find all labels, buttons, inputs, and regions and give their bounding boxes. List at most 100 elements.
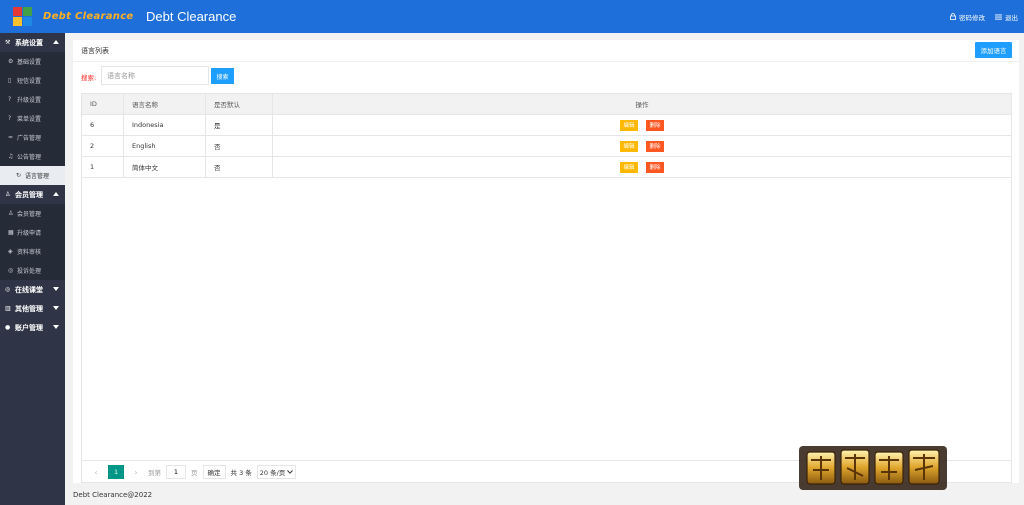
sidebar-item-label: 语言管理 [25,173,50,180]
chevron-down-icon [53,306,59,310]
sidebar: ⚒ 系统设置 ⚙ 基础设置 ▯ 短信设置 ? 升级设置 ? 菜单设置 ≈ 广告管理 ♫ 公告… [0,33,65,505]
change-password-label: 密码修改 [959,13,985,22]
column-header-name: 语言名称 [124,94,206,114]
sidebar-item-menu-settings[interactable]: ? 菜单设置 [0,109,65,128]
sidebar-item-label: 短信设置 [17,78,42,85]
sidebar-item-label: 升级设置 [17,97,42,104]
total-count: 共 3 条 [230,469,252,477]
cell-default: 是 [206,115,273,135]
target-icon: ◎ [5,286,11,293]
edit-button[interactable]: 编辑 [620,119,638,131]
prev-page-icon[interactable]: ‹ [89,465,103,479]
table-row: 2 English 否 编辑 删除 [82,136,1011,157]
delete-button[interactable]: 删除 [646,161,664,173]
page-size-select[interactable]: 20 条/页 [256,465,297,479]
page-unit-label: 页 [191,469,198,477]
shield-icon: ◈ [8,248,13,255]
cell-actions: 编辑 删除 [273,115,1011,135]
cell-id: 1 [82,157,124,177]
sidebar-group-system[interactable]: ⚒ 系统设置 [0,33,65,52]
chevron-up-icon [53,40,59,44]
logo-text: Debt Clearance [43,11,134,22]
help-circle-icon: ? [8,115,12,122]
sidebar-group-other-management[interactable]: ▥ 其他管理 [0,299,65,318]
page-number-current[interactable]: 1 [108,465,124,479]
cell-name: 简体中文 [124,157,206,177]
help-circle-icon: ? [8,96,12,103]
gear-icon: ⚙ [8,58,14,65]
next-page-icon[interactable]: › [129,465,143,479]
goto-label: 到第 [148,469,161,477]
cell-name: Indonesia [124,115,206,135]
goto-confirm-button[interactable]: 确定 [202,465,226,479]
column-header-actions: 操作 [635,101,649,109]
sidebar-item-label: 公告管理 [17,154,42,161]
sidebar-item-label: 菜单设置 [17,116,42,123]
sidebar-item-complaints[interactable]: ◎ 投诉处理 [0,261,65,280]
language-list-panel: 语言列表 添加语言 搜索: 搜索 ID 语言名称 是否默认 操作 6 Indon… [73,40,1019,483]
sidebar-item-ad-management[interactable]: ≈ 广告管理 [0,128,65,147]
circle-icon: ◎ [8,267,14,274]
sidebar-group-label: 其他管理 [15,304,43,313]
panel-title: 语言列表 [81,47,109,55]
table-row: 6 Indonesia 是 编辑 删除 [82,115,1011,136]
table-row: 1 简体中文 否 编辑 删除 [82,157,1011,178]
column-header-default: 是否默认 [206,94,273,114]
page-size-value: 20 条/页 [259,469,286,477]
change-password-link[interactable]: 密码修改 [950,12,985,22]
search-input[interactable] [101,66,209,85]
app-title: Debt Clearance [146,9,237,24]
logout-label: 退出 [1005,13,1018,22]
edit-button[interactable]: 编辑 [620,140,638,152]
cell-id: 2 [82,136,124,156]
delete-button[interactable]: 删除 [646,140,664,152]
goto-page-input[interactable] [166,465,186,479]
divider [73,61,1019,62]
delete-button[interactable]: 删除 [646,119,664,131]
sidebar-item-upgrade-requests[interactable]: ▦ 升级申请 [0,223,65,242]
cell-default: 否 [206,157,273,177]
sidebar-group-online-classroom[interactable]: ◎ 在线课堂 [0,280,65,299]
grid-icon: ▥ [5,305,11,312]
top-header: Debt Clearance Debt Clearance 密码修改 退出 [0,0,1024,33]
search-label: 搜索: [81,74,97,82]
sidebar-item-label: 基础设置 [17,59,42,66]
logout-link[interactable]: 退出 [995,12,1018,22]
phone-icon: ▯ [8,77,12,84]
dot-icon: ● [5,324,11,331]
sidebar-item-label: 投诉处理 [17,268,42,275]
search-button[interactable]: 搜索 [211,68,234,84]
chevron-down-icon [287,470,294,474]
refresh-icon: ↻ [16,172,22,179]
sidebar-group-label: 系统设置 [15,38,43,47]
sidebar-group-members[interactable]: ♙ 会员管理 [0,185,65,204]
sidebar-item-label: 会员管理 [17,211,42,218]
sidebar-group-account-management[interactable]: ● 账户管理 [0,318,65,337]
cell-actions: 编辑 删除 [273,157,1011,177]
edit-button[interactable]: 编辑 [620,161,638,173]
logo-cube-icon [13,6,33,27]
settings-icon: ⚒ [5,39,11,46]
sidebar-group-label: 账户管理 [15,323,43,332]
chevron-up-icon [53,192,59,196]
sidebar-item-language-management[interactable]: ↻ 语言管理 [0,166,65,185]
sidebar-item-member-management[interactable]: ♙ 会员管理 [0,204,65,223]
sidebar-item-label: 广告管理 [17,135,42,142]
cell-actions: 编辑 删除 [273,136,1011,156]
menu-lines-icon [995,14,1002,20]
sidebar-group-label: 在线课堂 [15,285,43,294]
language-table: ID 语言名称 是否默认 操作 6 Indonesia 是 编辑 删除 2 En… [81,93,1012,178]
wave-icon: ≈ [8,134,14,141]
table-header-row: ID 语言名称 是否默认 操作 [82,94,1011,115]
sidebar-item-basic-settings[interactable]: ⚙ 基础设置 [0,52,65,71]
cell-id: 6 [82,115,124,135]
sidebar-item-upgrade-settings[interactable]: ? 升级设置 [0,90,65,109]
add-language-button[interactable]: 添加语言 [975,42,1012,58]
sidebar-group-label: 会员管理 [15,190,43,199]
sidebar-item-notice-management[interactable]: ♫ 公告管理 [0,147,65,166]
bell-icon: ♫ [8,153,14,160]
sidebar-item-label: 升级申请 [17,230,42,237]
sidebar-item-profile-review[interactable]: ◈ 资料审核 [0,242,65,261]
sidebar-item-sms-settings[interactable]: ▯ 短信设置 [0,71,65,90]
logo[interactable]: Debt Clearance [0,6,140,27]
